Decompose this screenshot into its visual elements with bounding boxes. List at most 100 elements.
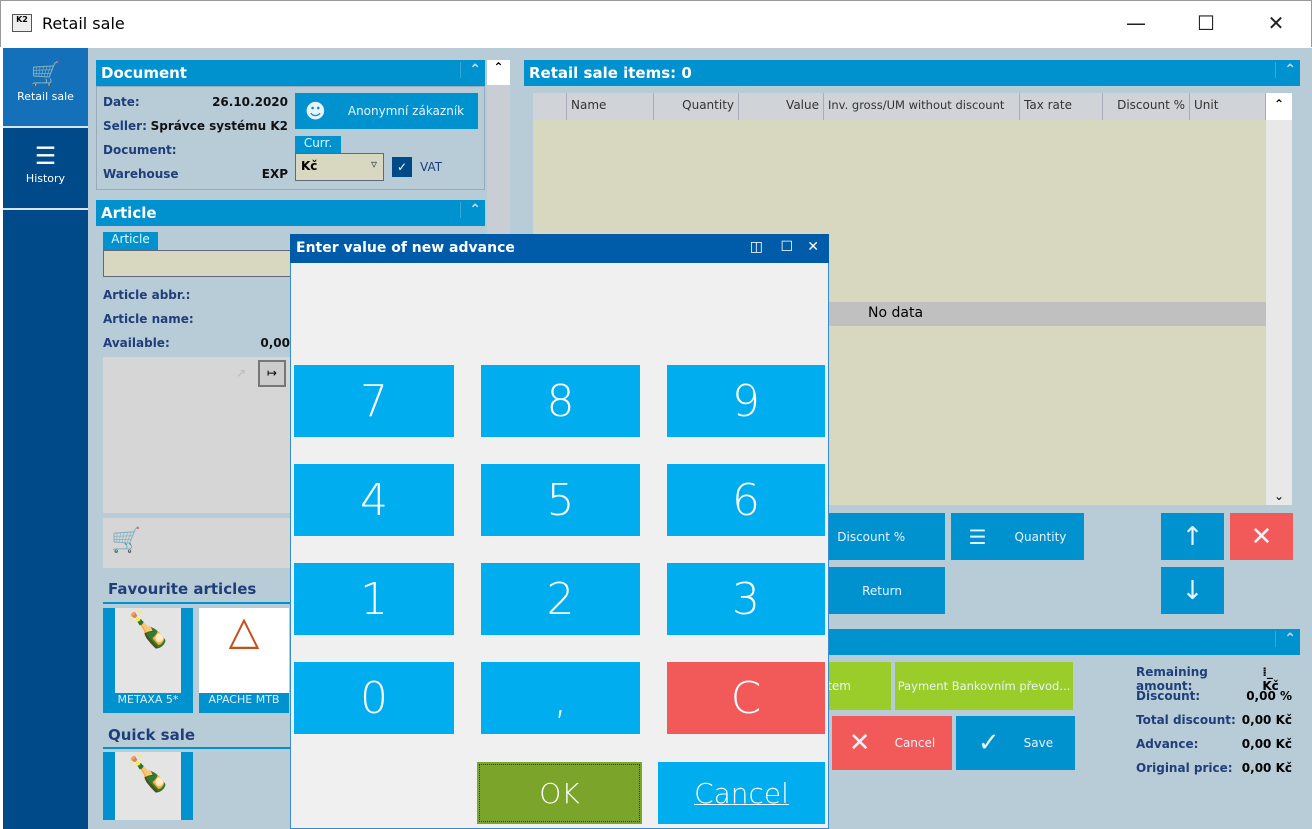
article-name-label: Article name:: [103, 312, 194, 326]
seller-value: Správce systému K2: [150, 119, 288, 133]
dialog-title-bar: Enter value of new advance ◫ ☐ ✕: [290, 234, 829, 263]
summary-row: Remaining amount: ⁞_ Kč: [1136, 665, 1292, 693]
column-header[interactable]: Discount %: [1103, 93, 1190, 120]
article-abbr-label: Article abbr.:: [103, 288, 191, 302]
scroll-up-icon[interactable]: ⌃: [487, 60, 510, 85]
date-label: Date:: [103, 95, 140, 109]
favourite-item[interactable]: △ APACHE MTB: [199, 608, 289, 713]
column-header[interactable]: Inv. gross/UM without discount: [824, 93, 1020, 120]
column-header[interactable]: Unit: [1190, 93, 1266, 120]
bank-transfer-button[interactable]: Payment Bankovním převod...: [895, 662, 1073, 710]
key-6[interactable]: 6: [667, 464, 825, 536]
quick-sale-title: Quick sale: [108, 726, 196, 744]
delete-item-button[interactable]: ✕: [1230, 513, 1293, 560]
quick-sale-item[interactable]: 🍾: [103, 752, 193, 820]
value-display: [300, 280, 820, 340]
customer-button[interactable]: ☻ Anonymní zákazník: [295, 93, 478, 129]
collapse-icon[interactable]: ⌃: [460, 202, 481, 218]
collapse-icon[interactable]: ⌃: [1275, 631, 1296, 647]
column-header[interactable]: Tax rate: [1020, 93, 1103, 120]
dialog-title: Enter value of new advance: [296, 240, 515, 256]
bike-frame-image: △: [199, 608, 289, 693]
nav-label: Retail sale: [17, 90, 74, 103]
move-down-button[interactable]: ↓: [1161, 567, 1224, 614]
article-input[interactable]: [103, 250, 293, 277]
column-header[interactable]: Name: [567, 93, 654, 120]
summary: Remaining amount: ⁞_ Kč Discount: 0,00 % T…: [1136, 665, 1292, 785]
article-field-label: Article: [103, 232, 158, 250]
bottle-image: 🍾: [115, 608, 181, 693]
return-label: Return: [862, 583, 902, 598]
minimize-button[interactable]: —: [1116, 8, 1156, 38]
key-clear[interactable]: C: [667, 662, 825, 734]
payment-header: ⌃: [770, 629, 1300, 655]
summary-label: Total discount:: [1136, 713, 1236, 727]
summary-row: Total discount: 0,00 Kč: [1136, 713, 1292, 737]
move-up-button[interactable]: ↑: [1161, 513, 1224, 560]
ok-button[interactable]: OK: [477, 762, 642, 824]
close-icon: ✕: [1250, 521, 1273, 552]
quantity-button[interactable]: ☰ Quantity: [951, 513, 1084, 560]
available-label: Available:: [103, 336, 170, 350]
key-7[interactable]: 7: [294, 365, 454, 437]
summary-value: 0,00 Kč: [1241, 737, 1292, 751]
cart-icon: 🛒: [30, 60, 61, 88]
favourites-title: Favourite articles: [108, 580, 257, 598]
warehouse-label: Warehouse: [103, 167, 179, 181]
collapse-icon[interactable]: ⌃: [1275, 62, 1296, 78]
currency-select[interactable]: Kč ▿: [295, 153, 384, 181]
items-title: Retail sale items: 0: [529, 64, 692, 82]
menu-icon: ☰: [34, 142, 57, 170]
scroll-down-icon[interactable]: ⌄: [1266, 489, 1292, 503]
summary-row: Discount: 0,00 %: [1136, 689, 1292, 713]
warehouse-value: EXP: [261, 167, 288, 181]
key-9[interactable]: 9: [667, 365, 825, 437]
open-external-icon[interactable]: ↗: [236, 366, 246, 380]
key-8[interactable]: 8: [481, 365, 640, 437]
close-button[interactable]: ✕: [1256, 8, 1296, 38]
vat-checkbox[interactable]: ✓: [392, 157, 412, 177]
summary-value: 0,00 Kč: [1241, 761, 1292, 775]
cancel-sale-button[interactable]: ✕ Cancel: [832, 716, 952, 770]
maximize-button[interactable]: ☐: [1186, 8, 1226, 38]
user-icon: ☻: [305, 99, 326, 123]
dock-icon[interactable]: ◫: [750, 239, 763, 255]
summary-label: Remaining amount:: [1136, 665, 1208, 693]
summary-label: Advance:: [1136, 737, 1199, 751]
favourite-item[interactable]: 🍾 METAXA 5*: [103, 608, 193, 713]
maximize-icon[interactable]: ☐: [780, 239, 793, 255]
app-icon: K2: [12, 14, 32, 32]
save-button[interactable]: ✓ Save: [956, 716, 1075, 770]
dialog-cancel-button[interactable]: Cancel: [658, 762, 825, 824]
key-comma[interactable]: ,: [481, 662, 640, 734]
key-5[interactable]: 5: [481, 464, 640, 536]
save-label: Save: [1023, 736, 1054, 750]
summary-value: ⁞_ Kč: [1262, 665, 1279, 693]
close-icon[interactable]: ✕: [807, 239, 819, 255]
nav-retail-sale[interactable]: 🛒 Retail sale: [3, 48, 88, 128]
key-1[interactable]: 1: [294, 563, 454, 635]
vat-label: VAT: [420, 160, 443, 174]
arrow-down-icon: ↓: [1181, 575, 1204, 606]
items-header: Retail sale items: 0 ⌃: [524, 60, 1300, 86]
column-header[interactable]: Value: [739, 93, 824, 120]
favourite-label: APACHE MTB: [208, 693, 280, 706]
key-0[interactable]: 0: [294, 662, 454, 734]
collapse-icon[interactable]: ⌃: [460, 62, 481, 78]
discount-label: Discount %: [837, 529, 906, 544]
key-4[interactable]: 4: [294, 464, 454, 536]
nav-history[interactable]: ☰ History: [3, 130, 88, 210]
add-to-cart-icon[interactable]: 🛒: [103, 518, 293, 568]
column-header[interactable]: Quantity: [654, 93, 739, 120]
window-title: Retail sale: [42, 14, 125, 33]
summary-label: Discount:: [1136, 689, 1201, 703]
key-3[interactable]: 3: [667, 563, 825, 635]
grid-header-select: [533, 93, 567, 120]
key-2[interactable]: 2: [481, 563, 640, 635]
currency-value: Kč: [301, 159, 318, 173]
customer-label: Anonymní zákazník: [347, 104, 465, 118]
date-value: 26.10.2020: [212, 95, 288, 109]
scroll-up-icon[interactable]: ⌃: [1266, 93, 1292, 120]
fit-width-icon[interactable]: ↦: [258, 360, 286, 387]
items-scrollbar[interactable]: ⌃ ⌄: [1266, 93, 1292, 505]
